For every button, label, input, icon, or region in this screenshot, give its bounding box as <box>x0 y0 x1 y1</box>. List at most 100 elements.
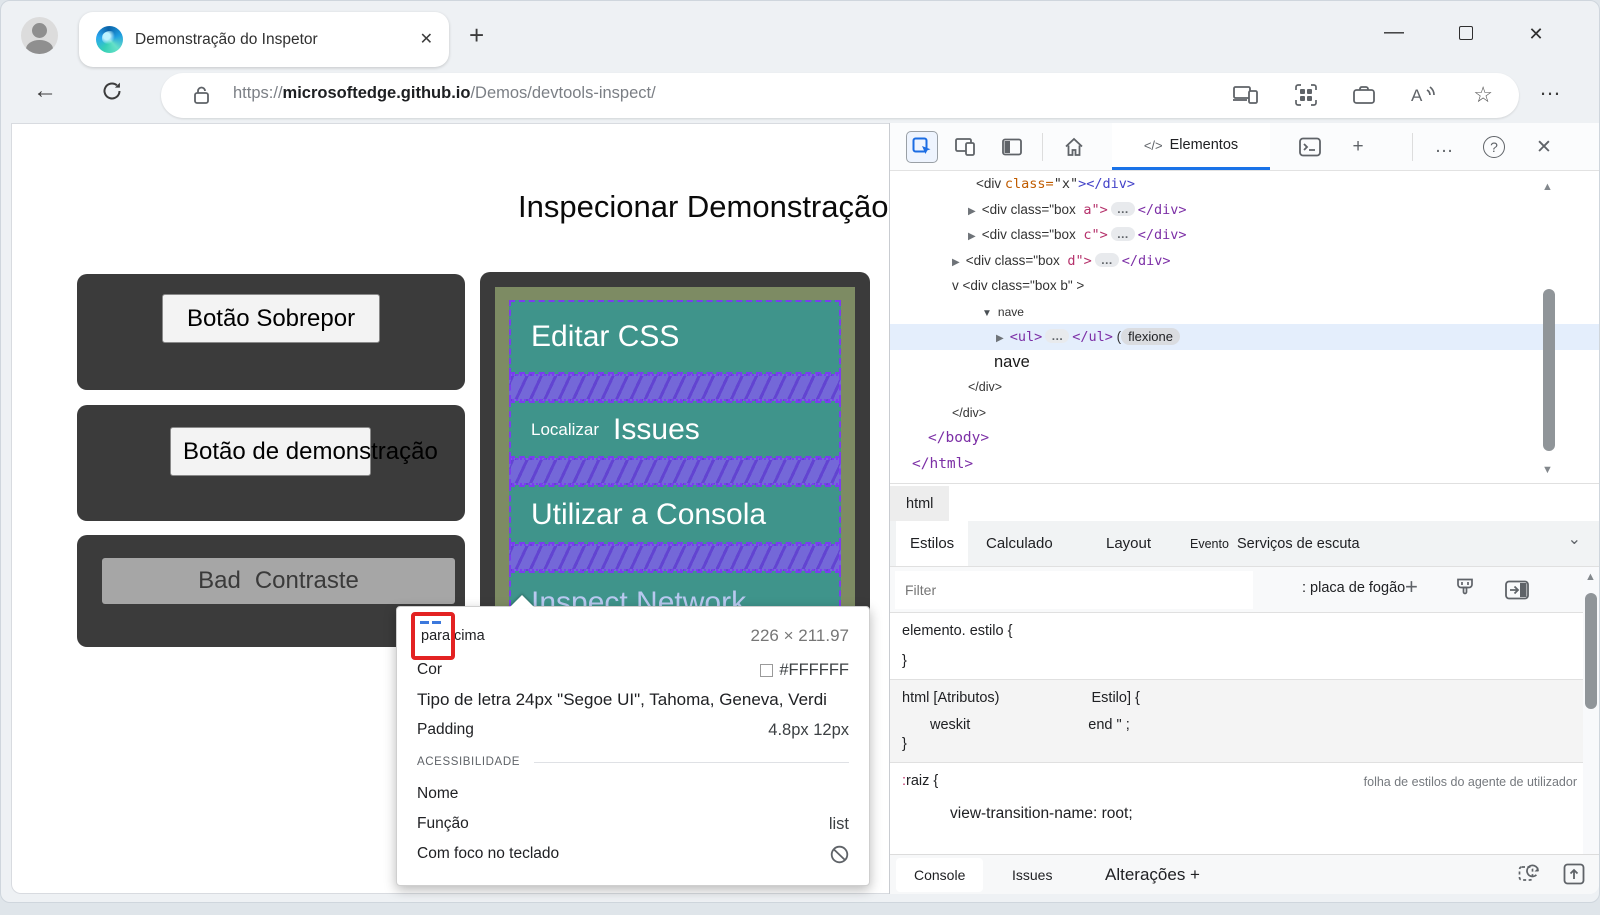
tooltip-element-name: para cima <box>421 628 485 644</box>
reload-icon <box>101 80 123 102</box>
hov-cls-toggle[interactable]: : placa de fogão <box>1302 580 1405 596</box>
devtools-help-button[interactable]: ? <box>1478 131 1510 163</box>
link-edit-css[interactable]: Editar CSS <box>509 300 841 374</box>
window-minimize-button[interactable]: — <box>1377 21 1411 49</box>
dom-node[interactable]: ▶<div class="box c">…</div> <box>890 222 1599 248</box>
window-maximize-button[interactable] <box>1449 21 1483 49</box>
tooltip-role-value: list <box>829 815 849 834</box>
tooltip-caret <box>509 595 535 608</box>
tab-styles[interactable]: Estilos <box>896 521 968 566</box>
ellipsis-button[interactable]: … <box>1045 329 1069 343</box>
reload-button[interactable] <box>101 80 123 109</box>
tab-close-icon[interactable]: ✕ <box>420 29 433 49</box>
dom-node[interactable]: ▶<div class="box a">…</div> <box>890 197 1599 223</box>
profile-avatar[interactable] <box>21 17 58 54</box>
drawer-tab-console[interactable]: Console <box>896 858 983 892</box>
toolbar-divider <box>1412 133 1413 161</box>
scroll-up-icon: ▲ <box>1542 181 1553 193</box>
scrollbar-thumb <box>1585 593 1597 709</box>
link-use-console[interactable]: Utilizar a Consola <box>509 485 841 544</box>
lock-icon[interactable] <box>193 85 210 110</box>
devtools-toolbar: </> Elementos + … ? ✕ <box>890 123 1599 171</box>
window-close-button[interactable]: ✕ <box>1519 21 1553 49</box>
rule-root[interactable]: :raiz { folha de estilos do agente de ut… <box>890 763 1583 833</box>
color-swatch <box>760 664 773 677</box>
dom-node[interactable]: <div class="x"></div> <box>890 171 1599 197</box>
new-tab-button[interactable]: + <box>469 20 484 51</box>
styles-rules-list: elemento. estilo { } html [Atributos)Est… <box>890 613 1583 854</box>
expand-arrow-icon[interactable]: ▶ <box>996 333 1004 344</box>
chevron-down-icon[interactable]: ⌄ <box>1568 529 1581 549</box>
edge-logo-icon <box>96 26 123 53</box>
back-button[interactable]: ← <box>33 77 57 105</box>
rule-element-style[interactable]: elemento. estilo { } <box>890 613 1583 680</box>
dom-node[interactable]: ▼nave <box>890 299 1599 325</box>
toggle-panel-icon[interactable] <box>1505 580 1529 600</box>
overlap-button[interactable]: Botão Sobrepor <box>162 294 380 343</box>
stylesheet-origin: folha de estilos do agente de utilizador <box>1364 775 1577 789</box>
add-panel-button[interactable]: + <box>1342 131 1374 163</box>
address-bar[interactable]: https://microsoftedge.github.io/Demos/de… <box>161 73 1519 118</box>
inspect-element-button[interactable] <box>906 131 938 163</box>
drawer-tab-issues[interactable]: Issues <box>1012 858 1052 892</box>
device-emulation-button[interactable] <box>950 131 982 163</box>
dom-tree: <div class="x"></div> ▶<div class="box a… <box>890 171 1599 483</box>
dom-node[interactable]: </div> <box>890 375 1599 401</box>
button-container-2: Botão de demonstração <box>77 405 465 521</box>
tab-elements[interactable]: </> Elementos <box>1112 123 1270 170</box>
devtools-close-button[interactable]: ✕ <box>1528 131 1560 163</box>
collapse-arrow-icon[interactable]: ▼ <box>982 308 992 319</box>
dom-node[interactable]: v <div class="box b" > <box>890 273 1599 299</box>
workspaces-briefcase-icon[interactable] <box>1353 85 1375 105</box>
button-container-1: Botão Sobrepor <box>77 274 465 390</box>
tab-event-listeners[interactable]: Serviços de escuta <box>1237 521 1360 566</box>
rule-html-attributes[interactable]: html [Atributos)Estilo] { weskitend " ; … <box>890 680 1583 763</box>
dock-side-button[interactable] <box>996 131 1028 163</box>
console-drawer: Console Issues Alterações + <box>890 854 1599 894</box>
tab-event[interactable]: Evento <box>1190 521 1229 566</box>
styles-filter-bar: : placa de fogão + <box>890 567 1583 613</box>
ellipsis-button[interactable]: … <box>1095 253 1119 267</box>
breadcrumb-bar: html <box>890 483 1599 521</box>
browser-menu-button[interactable]: … <box>1539 75 1563 101</box>
new-style-rule-button[interactable]: + <box>1405 574 1418 600</box>
tab-computed[interactable]: Calculado <box>986 521 1053 566</box>
demo-button[interactable]: Botão de demonstração <box>170 427 371 476</box>
url-text[interactable]: https://microsoftedge.github.io/Demos/de… <box>233 84 656 103</box>
breadcrumb-html[interactable]: html <box>890 486 949 522</box>
devtools-more-button[interactable]: … <box>1428 131 1460 163</box>
refresh-activity-icon[interactable] <box>1518 863 1541 885</box>
tree-scrollbar[interactable]: ▲ ▼ <box>1539 181 1559 476</box>
expand-arrow-icon[interactable]: ▶ <box>968 206 976 217</box>
drawer-tab-changes[interactable]: Alterações + <box>1105 858 1200 892</box>
dom-node-selected[interactable]: ▶<ul>…</ul> (flexione <box>890 324 1599 350</box>
tab-layout[interactable]: Layout <box>1106 521 1151 566</box>
browser-tab[interactable]: Demonstração do Inspetor ✕ <box>79 12 449 67</box>
tooltip-color-value: #FFFFFF <box>779 661 849 680</box>
send-to-devices-icon[interactable] <box>1233 85 1259 105</box>
expand-arrow-icon[interactable]: ▶ <box>952 257 960 268</box>
ellipsis-button[interactable]: … <box>1111 227 1135 241</box>
scrollbar-thumb <box>1543 289 1555 451</box>
link-find-issues[interactable]: LocalizarIssues <box>509 401 841 458</box>
read-aloud-icon[interactable]: A <box>1411 85 1437 105</box>
dom-node[interactable]: ▶<div class="box d">…</div> <box>890 248 1599 274</box>
paintbrush-icon[interactable] <box>1455 578 1475 600</box>
filter-input[interactable] <box>895 571 1253 609</box>
dom-node[interactable]: nave <box>890 350 1599 376</box>
dom-node[interactable]: </html> <box>890 452 1599 478</box>
apps-icon[interactable] <box>1295 84 1317 106</box>
flex-gap-hatch <box>509 544 841 571</box>
styles-scrollbar[interactable]: ▲ ▼ <box>1583 567 1599 894</box>
dom-node[interactable]: </body> <box>890 426 1599 452</box>
bad-contrast-button[interactable]: BadContraste <box>102 558 455 604</box>
expand-panel-icon[interactable] <box>1563 863 1585 885</box>
expand-arrow-icon[interactable]: ▶ <box>968 231 976 242</box>
dom-node[interactable]: </div> <box>890 401 1599 427</box>
home-button[interactable] <box>1058 131 1090 163</box>
favorite-star-icon[interactable]: ☆ <box>1473 83 1493 107</box>
ellipsis-button[interactable]: … <box>1111 202 1135 216</box>
tooltip-color-label: Cor <box>417 661 442 679</box>
flex-badge[interactable]: flexione <box>1121 328 1180 345</box>
console-drawer-button[interactable] <box>1294 131 1326 163</box>
